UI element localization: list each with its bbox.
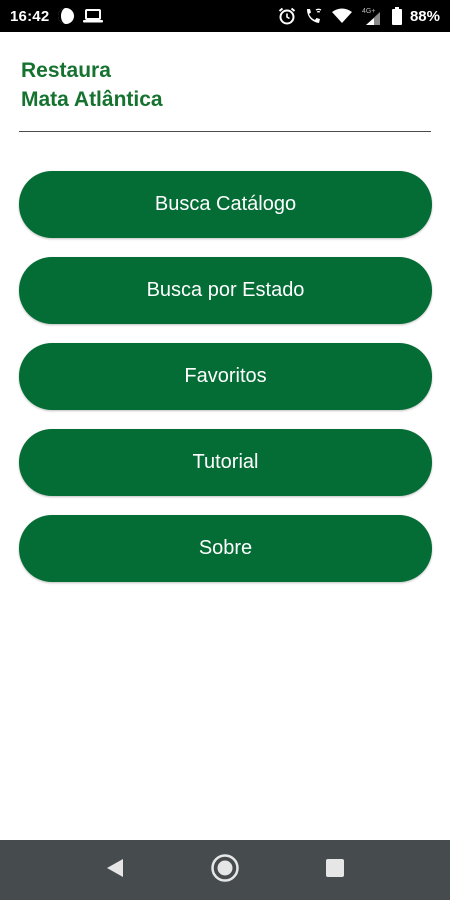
sobre-button[interactable]: Sobre [19,515,432,582]
screen: 16:42 4G+ 88% Restaura Mata Atlântica Bu… [0,0,450,900]
wifi-calling-icon [304,6,324,26]
alarm-icon [278,6,296,26]
wifi-icon [331,6,352,26]
recents-button[interactable] [311,846,359,894]
main-menu: Busca Catálogo Busca por Estado Favorito… [19,171,432,601]
busca-catalogo-button[interactable]: Busca Catálogo [19,171,432,238]
app-title-line1: Restaura [21,59,111,82]
busca-por-estado-button[interactable]: Busca por Estado [19,257,432,324]
home-button[interactable] [201,846,249,894]
battery-icon [391,6,402,26]
signal-icon: 4G+ [360,6,384,26]
status-right: 4G+ 88% [278,6,440,26]
favoritos-button[interactable]: Favoritos [19,343,432,410]
status-bar: 16:42 4G+ 88% [0,0,450,32]
header-divider [19,131,431,132]
laptop-icon [83,6,104,26]
app-title: Restaura Mata Atlântica [21,56,163,114]
back-button[interactable] [91,846,139,894]
network-label: 4G+ [362,8,375,15]
back-icon [105,857,125,884]
tutorial-button[interactable]: Tutorial [19,429,432,496]
dnd-half-moon-icon [57,6,75,26]
status-left: 16:42 [10,6,104,26]
battery-percent: 88% [409,7,440,25]
navigation-bar [0,840,450,900]
home-icon [210,853,240,888]
app-title-line2: Mata Atlântica [21,88,163,111]
recents-icon [325,858,345,883]
status-time: 16:42 [10,7,50,25]
